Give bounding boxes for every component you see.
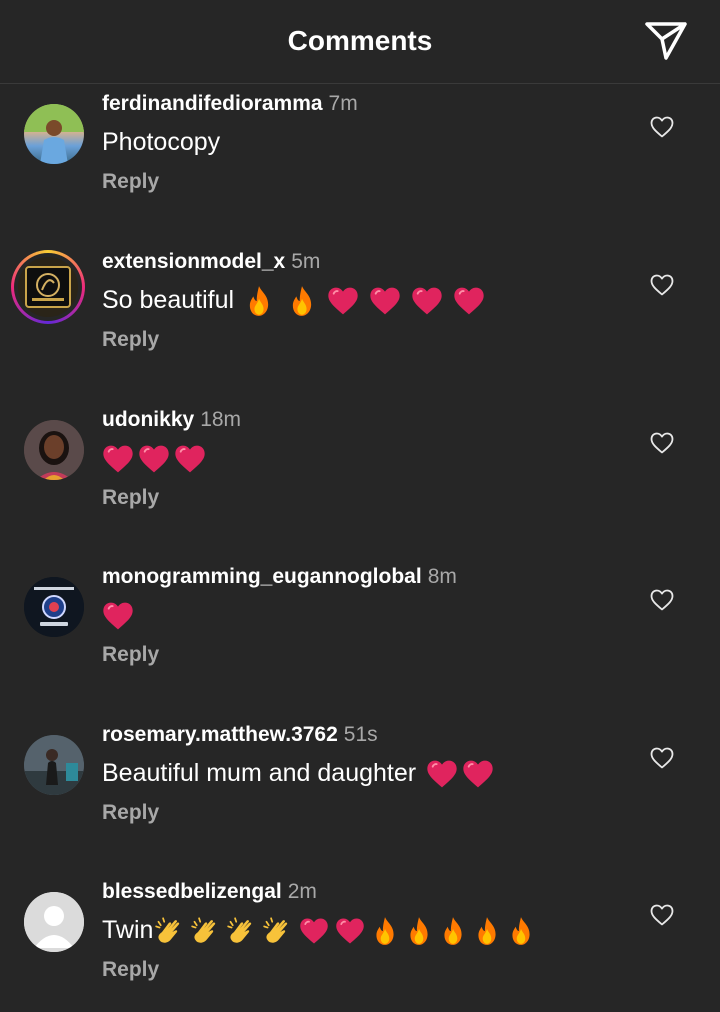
clap-emoji-icon xyxy=(227,916,257,946)
comment-item: rosemary.matthew.3762 51s Beautiful mum a… xyxy=(0,723,720,855)
heart-emoji-icon xyxy=(174,444,206,474)
like-heart-icon[interactable] xyxy=(650,904,674,926)
comment-item: extensionmodel_x 5m So beautiful Reply xyxy=(0,250,720,382)
fire-emoji-icon xyxy=(287,285,317,317)
comment-text xyxy=(102,595,134,635)
clap-emoji-icon xyxy=(191,916,221,946)
comment-username[interactable]: udonikky 18m xyxy=(102,408,241,432)
avatar[interactable] xyxy=(24,735,84,795)
comment-time: 5m xyxy=(291,250,321,273)
like-heart-icon[interactable] xyxy=(650,432,674,454)
reply-button[interactable]: Reply xyxy=(102,958,159,982)
fire-emoji-icon xyxy=(473,916,501,946)
comment-time: 51s xyxy=(343,723,378,746)
comment-time: 8m xyxy=(427,565,457,588)
comment-username[interactable]: ferdinandifedioramma 7m xyxy=(102,92,358,116)
comment-username[interactable]: rosemary.matthew.3762 51s xyxy=(102,723,378,747)
comment-time: 18m xyxy=(200,408,242,431)
heart-emoji-icon xyxy=(369,286,401,316)
clap-emoji-icon xyxy=(155,916,185,946)
avatar[interactable] xyxy=(24,420,84,480)
default-avatar-icon[interactable] xyxy=(24,892,84,952)
fire-emoji-icon xyxy=(371,916,399,946)
story-ring[interactable] xyxy=(11,250,85,324)
like-heart-icon[interactable] xyxy=(650,274,674,296)
clap-emoji-icon xyxy=(263,916,293,946)
comment-username[interactable]: blessedbelizengal 2m xyxy=(102,880,317,904)
comment-text: Photocopy xyxy=(102,128,221,156)
reply-button[interactable]: Reply xyxy=(102,801,159,825)
fire-emoji-icon xyxy=(405,916,433,946)
comment-item: blessedbelizengal 2m Twin Reply xyxy=(0,880,720,1012)
reply-button[interactable]: Reply xyxy=(102,328,159,352)
comment-text: Beautiful mum and daughter xyxy=(102,753,494,793)
heart-emoji-icon xyxy=(102,444,134,474)
heart-emoji-icon xyxy=(411,286,443,316)
comment-text: Twin xyxy=(102,910,535,950)
like-heart-icon[interactable] xyxy=(650,116,674,138)
heart-emoji-icon xyxy=(327,286,359,316)
heart-emoji-icon xyxy=(138,444,170,474)
heart-emoji-icon xyxy=(462,759,494,789)
fire-emoji-icon xyxy=(439,916,467,946)
heart-emoji-icon xyxy=(335,917,365,945)
like-heart-icon[interactable] xyxy=(650,589,674,611)
comment-username[interactable]: extensionmodel_x 5m xyxy=(102,250,320,274)
comment-item: monogramming_eugannoglobal 8m Reply xyxy=(0,565,720,697)
heart-emoji-icon xyxy=(299,917,329,945)
comment-text xyxy=(102,438,206,478)
comment-text: So beautiful xyxy=(102,280,485,320)
comments-header: Comments xyxy=(0,0,720,84)
comment-username[interactable]: monogramming_eugannoglobal 8m xyxy=(102,565,457,589)
reply-button[interactable]: Reply xyxy=(102,170,159,194)
reply-button[interactable]: Reply xyxy=(102,486,159,510)
heart-emoji-icon xyxy=(102,601,134,631)
fire-emoji-icon xyxy=(244,285,274,317)
comment-time: 7m xyxy=(328,92,358,115)
comment-item: ferdinandifedioramma 7m Photocopy Reply xyxy=(0,92,720,224)
avatar xyxy=(18,257,78,317)
heart-emoji-icon xyxy=(426,759,458,789)
comment-item: udonikky 18m Reply xyxy=(0,408,720,540)
like-heart-icon[interactable] xyxy=(650,747,674,769)
comment-time: 2m xyxy=(287,880,317,903)
send-icon[interactable] xyxy=(644,20,688,62)
page-title: Comments xyxy=(287,25,433,56)
avatar[interactable] xyxy=(24,104,84,164)
heart-emoji-icon xyxy=(453,286,485,316)
avatar[interactable] xyxy=(24,577,84,637)
reply-button[interactable]: Reply xyxy=(102,643,159,667)
fire-emoji-icon xyxy=(507,916,535,946)
